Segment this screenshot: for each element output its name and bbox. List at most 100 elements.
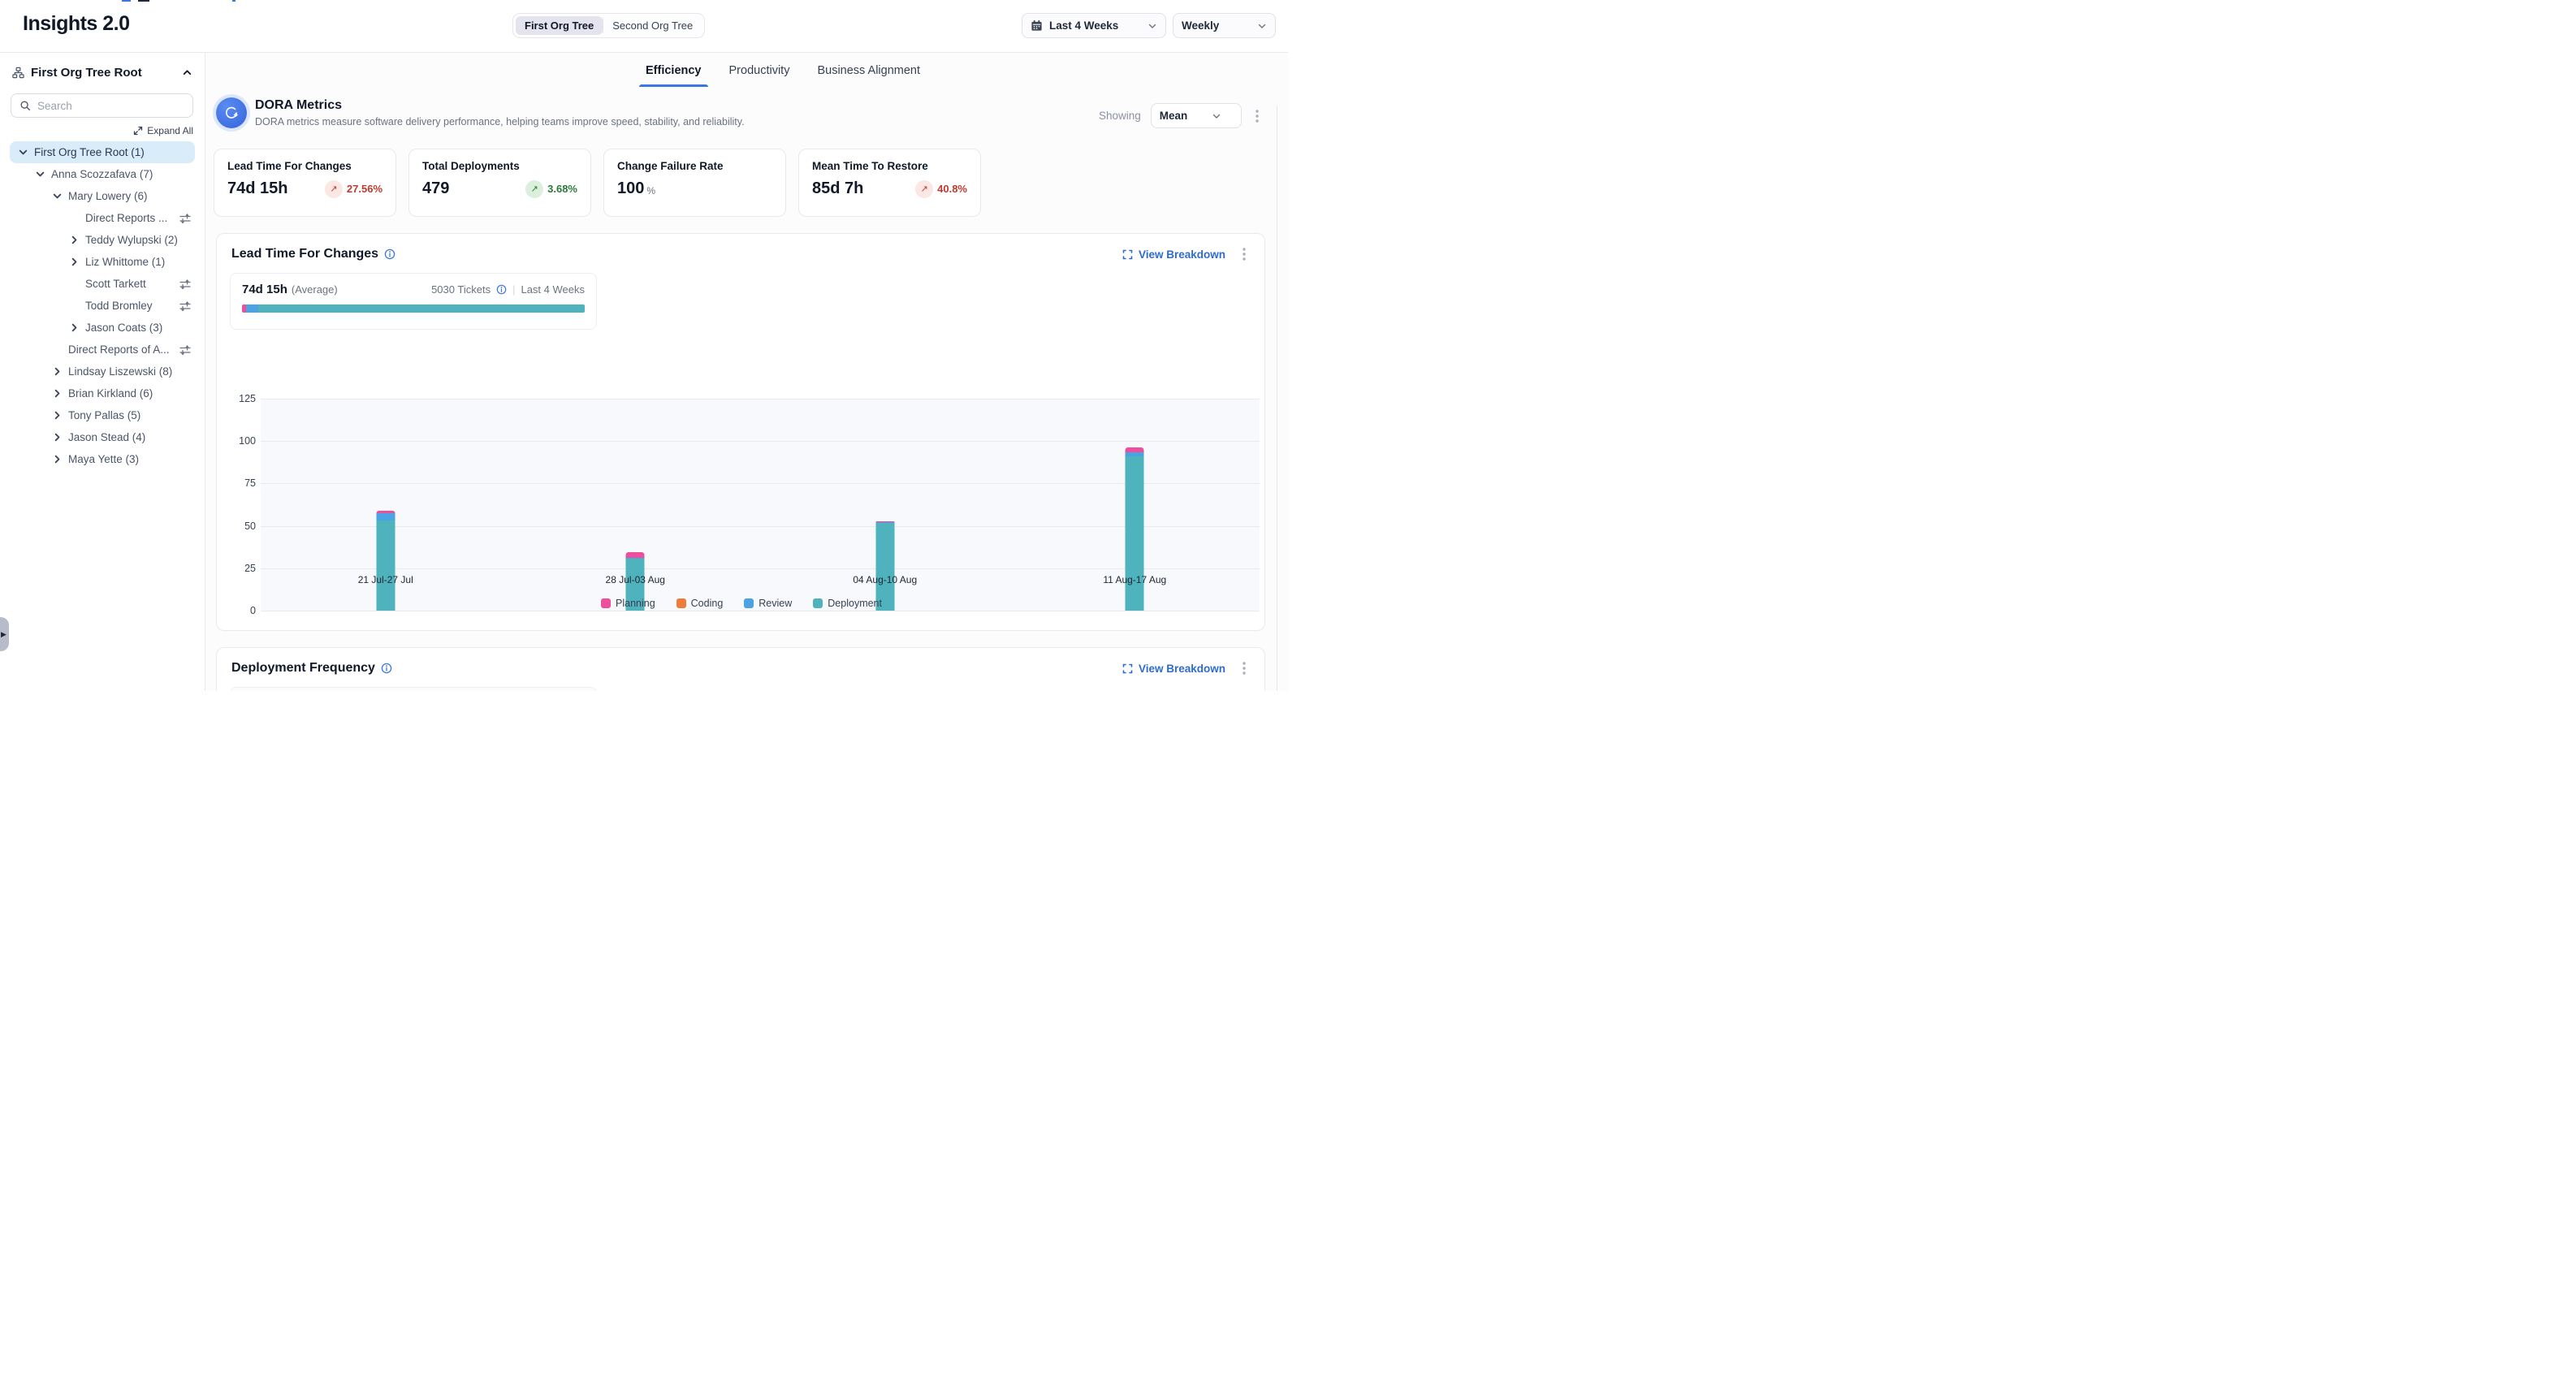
chevron-right-icon[interactable] xyxy=(50,409,63,422)
chevron-right-icon[interactable] xyxy=(50,387,63,400)
tree-item[interactable]: First Org Tree Root (1) xyxy=(10,141,195,163)
legend-item-deployment: Deployment xyxy=(813,598,882,609)
tree-item-label: Jason Stead (4) xyxy=(68,431,145,443)
clipped-content-fragment xyxy=(138,0,149,2)
tree-item[interactable]: Maya Yette (3) xyxy=(10,448,195,470)
tree-item[interactable]: Scott Tarkett xyxy=(10,273,195,295)
filter-settings-icon[interactable] xyxy=(179,343,192,356)
tree-item-label: Direct Reports ... xyxy=(85,212,167,224)
tree-item[interactable]: Jason Coats (3) xyxy=(10,317,195,339)
collapse-caret-up-icon[interactable] xyxy=(182,67,192,78)
tree-item[interactable]: Brian Kirkland (6) xyxy=(10,382,195,404)
tree-item[interactable]: Mary Lowery (6) xyxy=(10,185,195,207)
aggregation-value: Mean xyxy=(1160,110,1188,122)
tree-item-label: Maya Yette (3) xyxy=(68,453,139,465)
tree-item-label: Tony Pallas (5) xyxy=(68,409,140,421)
expand-all-button[interactable]: Expand All xyxy=(0,125,193,136)
tree-item[interactable]: Anna Scozzafava (7) xyxy=(10,163,195,185)
view-breakdown-label: View Breakdown xyxy=(1139,663,1225,675)
tree-item[interactable]: Lindsay Liszewski (8) xyxy=(10,361,195,382)
y-axis-tick-label: 50 xyxy=(244,520,256,532)
sidebar-title: First Org Tree Root xyxy=(31,66,142,80)
filter-settings-icon[interactable] xyxy=(179,300,192,313)
tree-item-label: Mary Lowery (6) xyxy=(68,190,148,202)
metric-card-title: Change Failure Rate xyxy=(617,160,772,172)
chevron-right-icon[interactable] xyxy=(67,322,80,335)
trend-percent: 27.56% xyxy=(347,183,383,195)
sidebar: First Org Tree Root Expand All First Org… xyxy=(0,53,205,691)
stacked-bar[interactable] xyxy=(376,511,395,611)
bar-segment-deployment xyxy=(1126,456,1144,611)
tree-item[interactable]: Tony Pallas (5) xyxy=(10,404,195,426)
aggregation-select[interactable]: Mean xyxy=(1151,103,1242,128)
granularity-select[interactable]: Weekly xyxy=(1173,13,1276,38)
toggle-first-org-tree[interactable]: First Org Tree xyxy=(516,16,603,35)
chevron-down-icon[interactable] xyxy=(16,146,29,159)
chevron-right-icon[interactable] xyxy=(67,234,80,247)
legend-swatch xyxy=(676,598,686,608)
tab-productivity[interactable]: Productivity xyxy=(728,58,792,87)
chevron-right-icon[interactable] xyxy=(50,431,63,444)
deployment-card-header: Deployment Frequency View Breakdown xyxy=(217,648,1264,676)
metric-card-value: 74d 15h xyxy=(227,179,287,198)
view-breakdown-label: View Breakdown xyxy=(1139,248,1225,261)
search-box xyxy=(11,93,193,118)
date-range-select[interactable]: Last 4 Weeks xyxy=(1022,13,1166,38)
chevron-spacer xyxy=(67,278,80,291)
chevron-down-icon[interactable] xyxy=(33,168,46,181)
tree-item[interactable]: Liz Whittome (1) xyxy=(10,251,195,273)
lead-time-kebab-menu-icon[interactable] xyxy=(1238,247,1250,261)
showing-controls: Showing Mean xyxy=(1099,103,1263,128)
average-value: 74d 15h xyxy=(242,283,287,296)
tree-item-label: Todd Bromley xyxy=(85,300,153,312)
dora-kebab-menu-icon[interactable] xyxy=(1251,109,1263,123)
filter-settings-icon[interactable] xyxy=(179,212,192,225)
tree-item[interactable]: Direct Reports ... xyxy=(10,207,195,229)
expand-arrows-icon xyxy=(133,126,143,136)
metric-card-title: Mean Time To Restore xyxy=(812,160,967,172)
tree-item-label: Lindsay Liszewski (8) xyxy=(68,365,172,378)
tree-item[interactable]: Todd Bromley xyxy=(10,295,195,317)
tree-item[interactable]: Direct Reports of A... xyxy=(10,339,195,361)
deployment-kebab-menu-icon[interactable] xyxy=(1238,661,1250,676)
legend-label: Planning xyxy=(616,598,655,609)
chevron-right-icon[interactable] xyxy=(50,453,63,466)
filter-settings-icon[interactable] xyxy=(179,278,192,291)
stacked-bar[interactable] xyxy=(1126,447,1144,611)
sidebar-collapse-handle[interactable]: ▶ xyxy=(0,617,9,651)
info-icon[interactable] xyxy=(384,248,395,260)
search-icon xyxy=(19,100,31,111)
top-bar: Insights 2.0 First Org Tree Second Org T… xyxy=(0,0,1288,53)
deployment-title: Deployment Frequency xyxy=(231,661,375,676)
chevron-down-icon[interactable] xyxy=(50,190,63,203)
toggle-second-org-tree[interactable]: Second Org Tree xyxy=(603,16,702,35)
tickets-count: 5030 Tickets xyxy=(431,283,491,296)
trend-percent: 3.68% xyxy=(547,183,577,195)
info-icon[interactable] xyxy=(381,663,392,674)
view-breakdown-button[interactable]: View Breakdown xyxy=(1122,663,1225,675)
date-range-value: Last 4 Weeks xyxy=(1049,19,1118,32)
chart-legend: PlanningCodingReviewDeployment xyxy=(217,598,1266,609)
view-breakdown-button[interactable]: View Breakdown xyxy=(1122,248,1225,261)
org-tree-icon xyxy=(12,67,24,79)
x-axis-tick-label: 11 Aug-17 Aug xyxy=(1103,574,1166,585)
tab-business-alignment[interactable]: Business Alignment xyxy=(815,58,922,87)
main-content: Efficiency Productivity Business Alignment… xyxy=(205,53,1288,691)
tree-item[interactable]: Teddy Wylupski (2) xyxy=(10,229,195,251)
tab-efficiency[interactable]: Efficiency xyxy=(644,58,703,87)
metric-card-value: 100 xyxy=(617,179,644,198)
search-input[interactable] xyxy=(37,100,159,112)
chevron-spacer xyxy=(67,300,80,313)
divider: | xyxy=(512,283,515,296)
tree-item[interactable]: Jason Stead (4) xyxy=(10,426,195,448)
chevron-right-icon[interactable] xyxy=(67,256,80,269)
lead-time-card-header: Lead Time For Changes View Breakdown xyxy=(217,234,1264,261)
tree-item-label: Brian Kirkland (6) xyxy=(68,387,153,399)
granularity-value: Weekly xyxy=(1182,19,1219,32)
metric-card-value: 85d 7h xyxy=(812,179,863,198)
legend-label: Coding xyxy=(691,598,724,609)
info-icon[interactable] xyxy=(496,284,507,295)
gridline xyxy=(261,568,1260,569)
deployment-summary-card-clipped xyxy=(230,687,597,691)
chevron-right-icon[interactable] xyxy=(50,365,63,378)
